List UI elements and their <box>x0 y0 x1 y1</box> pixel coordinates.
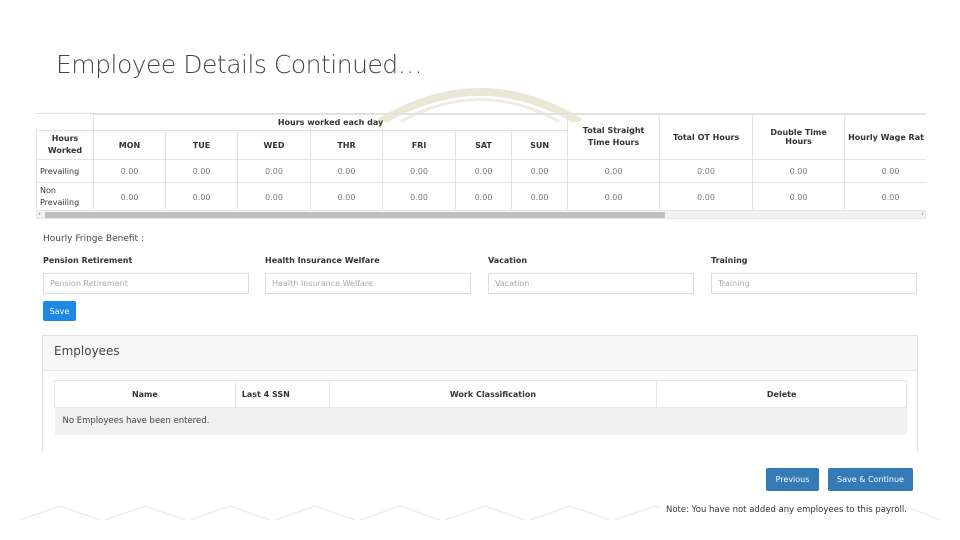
save-button[interactable]: Save <box>43 301 76 321</box>
hours-table: Hours worked each day Total Straight Tim… <box>36 114 926 209</box>
horizontal-scrollbar[interactable]: ‹ › <box>36 210 926 219</box>
hours-cell[interactable]: 0.00 <box>310 159 383 183</box>
hours-cell[interactable]: 0.00 <box>455 182 512 209</box>
wage-cell[interactable]: 0.00 <box>844 182 926 209</box>
hours-table-container: Hours worked each day Total Straight Tim… <box>36 113 926 209</box>
total-cell[interactable]: 0.00 <box>752 159 846 183</box>
total-cell: 0.00 <box>567 159 661 183</box>
table-row: No Employees have been entered. <box>54 407 907 435</box>
row-label: Prevailing <box>36 159 94 183</box>
hours-cell[interactable]: 0.00 <box>382 182 456 209</box>
hours-cell[interactable]: 0.00 <box>165 182 238 209</box>
empty-employees-message: No Employees have been entered. <box>54 407 907 435</box>
table-row: Prevailing 0.00 0.00 0.00 0.00 0.00 0.00… <box>36 159 926 183</box>
hours-cell[interactable]: 0.00 <box>310 182 383 209</box>
hours-cell[interactable]: 0.00 <box>455 159 512 183</box>
health-insurance-input[interactable] <box>265 273 471 294</box>
col-total-straight: Total Straight Time Hours <box>567 114 661 160</box>
page-title: Employee Details Continued… <box>56 50 423 79</box>
total-cell[interactable]: 0.00 <box>659 182 754 209</box>
col-day: WED <box>237 130 311 160</box>
col-day: MON <box>93 130 166 160</box>
vacation-input[interactable] <box>488 273 694 294</box>
training-field-group: Training <box>711 256 917 294</box>
table-row: Non Prevailing 0.00 0.00 0.00 0.00 0.00 … <box>36 182 926 209</box>
hours-cell[interactable]: 0.00 <box>93 182 166 209</box>
hours-group-header: Hours worked each day <box>92 114 569 131</box>
col-day: SUN <box>510 130 569 160</box>
pension-field-group: Pension Retirement <box>43 256 249 294</box>
hours-cell[interactable]: 0.00 <box>510 182 569 209</box>
training-input[interactable] <box>711 273 917 294</box>
total-cell: 0.00 <box>567 182 661 209</box>
vacation-field-group: Vacation <box>488 256 694 294</box>
col-delete: Delete <box>656 380 907 408</box>
col-double-time: Double Time Hours <box>752 114 846 160</box>
health-label: Health Insurance Welfare <box>265 256 380 265</box>
col-ssn: Last 4 SSN <box>234 380 330 408</box>
hours-cell[interactable]: 0.00 <box>382 159 456 183</box>
vacation-label: Vacation <box>488 256 528 265</box>
col-total-ot: Total OT Hours <box>659 114 754 160</box>
employees-panel: Employees Name Last 4 SSN Work Classific… <box>42 335 918 453</box>
col-name: Name <box>54 380 236 408</box>
previous-button[interactable]: Previous <box>766 468 819 491</box>
col-day: SAT <box>455 130 512 160</box>
col-work-classification: Work Classification <box>328 380 658 408</box>
row-label: Non Prevailing <box>36 182 94 209</box>
hours-cell[interactable]: 0.00 <box>165 159 238 183</box>
total-cell[interactable]: 0.00 <box>659 159 754 183</box>
hours-cell[interactable]: 0.00 <box>237 159 311 183</box>
scrollbar-thumb[interactable] <box>45 212 665 218</box>
hours-cell[interactable]: 0.00 <box>93 159 166 183</box>
total-cell[interactable]: 0.00 <box>752 182 846 209</box>
employees-table: Name Last 4 SSN Work Classification Dele… <box>54 380 907 435</box>
wage-cell[interactable]: 0.00 <box>844 159 926 183</box>
fringe-title: Hourly Fringe Benefit : <box>43 234 144 244</box>
employees-heading: Employees <box>43 336 917 371</box>
col-day: FRI <box>382 130 456 160</box>
health-field-group: Health Insurance Welfare <box>265 256 471 294</box>
col-hours-worked: Hours Worked <box>36 130 94 160</box>
col-hourly-wage: Hourly Wage Rat <box>844 114 926 160</box>
scroll-right-icon[interactable]: › <box>921 210 924 218</box>
save-continue-button[interactable]: Save & Continue <box>828 468 913 491</box>
pension-retirement-input[interactable] <box>43 273 249 294</box>
col-day: TUE <box>165 130 238 160</box>
scroll-left-icon[interactable]: ‹ <box>38 210 41 218</box>
training-label: Training <box>711 256 748 265</box>
pension-label: Pension Retirement <box>43 256 133 265</box>
hours-cell[interactable]: 0.00 <box>237 182 311 209</box>
col-day: THR <box>310 130 383 160</box>
hours-cell[interactable]: 0.00 <box>510 159 569 183</box>
payroll-note: Note: You have not added any employees t… <box>666 505 907 515</box>
